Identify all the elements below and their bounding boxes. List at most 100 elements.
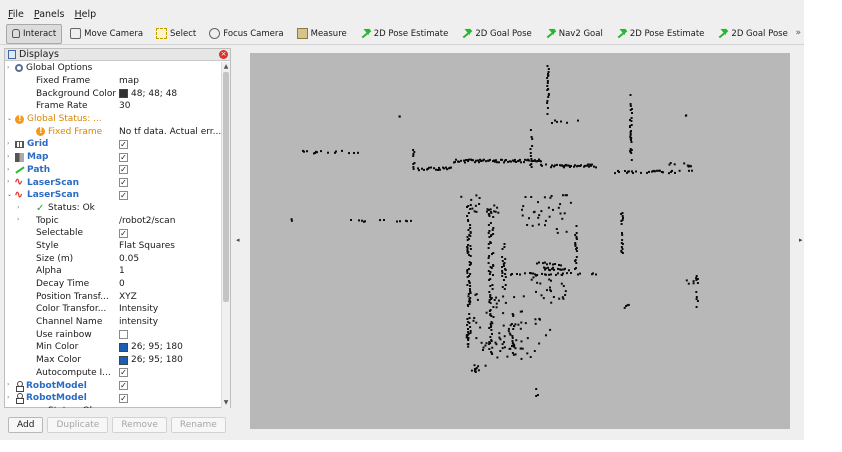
display-row[interactable]: ⌄ LaserScan ✓	[5, 188, 221, 202]
display-row[interactable]: Alpha 1	[5, 265, 221, 278]
display-row[interactable]: Selectable ✓	[5, 227, 221, 240]
expand-toggle-icon[interactable]: ›	[7, 179, 13, 185]
display-row[interactable]: Min Color 26; 95; 180	[5, 341, 221, 354]
checkbox[interactable]: ✓	[119, 165, 128, 175]
display-row[interactable]: Size (m) 0.05	[5, 252, 221, 265]
add-button[interactable]: Add	[8, 417, 44, 433]
pose-estimate-tool-button[interactable]: 2D Pose Estimate	[355, 24, 454, 44]
display-row-value[interactable]: ✓	[118, 164, 128, 177]
display-row[interactable]: › Grid ✓	[5, 138, 221, 151]
display-row-value[interactable]: ✓	[118, 151, 128, 164]
display-row-value[interactable]	[118, 328, 128, 341]
color-swatch[interactable]	[119, 355, 128, 365]
color-swatch[interactable]	[119, 342, 128, 352]
display-row-text: RobotModel	[26, 380, 87, 391]
expand-toggle-icon[interactable]: ⌄	[7, 115, 13, 122]
scan-point	[558, 264, 560, 266]
interact-tool-button[interactable]: Interact	[6, 23, 63, 44]
checkbox[interactable]: ✓	[119, 152, 128, 162]
display-row-value[interactable]: ✓	[118, 189, 128, 202]
expand-toggle-icon[interactable]: ⌄	[7, 191, 13, 198]
goal-pose-2-tool-button[interactable]: 2D Goal Pose	[712, 24, 792, 44]
scan-point	[546, 107, 549, 109]
checkbox[interactable]: ✓	[119, 381, 128, 391]
display-row[interactable]: Max Color 26; 95; 180	[5, 354, 221, 367]
expand-toggle-icon[interactable]: ›	[17, 204, 23, 211]
duplicate-button[interactable]: Duplicate	[47, 417, 109, 433]
scan-point	[327, 151, 329, 154]
menu-file[interactable]: File	[8, 9, 24, 20]
display-row[interactable]: ›✓Status: Ok	[5, 405, 221, 408]
remove-button[interactable]: Remove	[112, 417, 167, 433]
expand-toggle-icon[interactable]: ›	[7, 166, 13, 173]
scan-point	[487, 224, 490, 226]
displays-scrollbar[interactable]: ▲ ▼	[221, 62, 230, 408]
display-row-value[interactable]: ✓	[118, 392, 128, 405]
display-row[interactable]: Position Transf... XYZ	[5, 290, 221, 303]
display-row[interactable]: Channel Name intensity	[5, 316, 221, 329]
scan-point	[483, 158, 485, 161]
scan-point	[468, 264, 471, 266]
display-row[interactable]: Decay Time 0	[5, 278, 221, 291]
display-row[interactable]: ⌄ Global Status: ...	[5, 113, 221, 126]
display-row[interactable]: Fixed Frame map	[5, 75, 221, 88]
checkbox[interactable]: ✓	[119, 393, 128, 403]
scan-point	[489, 242, 492, 244]
expand-toggle-icon[interactable]: ›	[17, 217, 23, 223]
display-row-value[interactable]: ✓	[118, 138, 128, 151]
display-row[interactable]: Autocompute I... ✓	[5, 367, 221, 380]
display-row[interactable]: › Global Options	[5, 62, 221, 75]
scrollbar-thumb[interactable]	[223, 72, 229, 302]
display-row[interactable]: Background Color 48; 48; 48	[5, 87, 221, 100]
display-row-value[interactable]: ✓	[118, 176, 128, 189]
3d-viewport[interactable]	[250, 53, 790, 429]
toolbar-overflow-button[interactable]: »	[795, 28, 801, 38]
menu-help[interactable]: Help	[75, 9, 97, 20]
nav2-goal-tool-button[interactable]: Nav2 Goal	[540, 24, 608, 44]
select-tool-button[interactable]: Select	[151, 24, 201, 44]
display-row[interactable]: › RobotModel ✓	[5, 379, 221, 392]
scan-point	[546, 85, 549, 87]
goal-pose-tool-button[interactable]: 2D Goal Pose	[456, 24, 536, 44]
focus-camera-tool-button[interactable]: Focus Camera	[204, 24, 288, 44]
display-row-value[interactable]: ✓	[118, 227, 128, 240]
menu-panels[interactable]: Panels	[34, 9, 65, 20]
collapse-left-icon[interactable]: ◂	[236, 236, 240, 244]
display-row[interactable]: › Map ✓	[5, 151, 221, 164]
display-row-value[interactable]: ✓	[118, 367, 128, 380]
display-row[interactable]: Fixed Frame No tf data. Actual err...	[5, 125, 221, 138]
checkbox[interactable]: ✓	[119, 190, 128, 200]
scan-point	[695, 291, 698, 293]
display-row[interactable]: ›✓Status: Ok	[5, 202, 221, 215]
display-row[interactable]: Frame Rate 30	[5, 100, 221, 113]
display-row-text: Background Color	[36, 88, 117, 99]
display-row[interactable]: Style Flat Squares	[5, 240, 221, 253]
scroll-down-icon[interactable]: ▼	[222, 399, 230, 407]
expand-toggle-icon[interactable]: ›	[7, 153, 13, 160]
scroll-up-icon[interactable]: ▲	[222, 63, 230, 71]
color-swatch[interactable]	[119, 89, 128, 99]
display-row[interactable]: › LaserScan ✓	[5, 175, 221, 189]
measure-tool-button[interactable]: Measure	[292, 24, 352, 44]
display-row[interactable]: Use rainbow	[5, 328, 221, 341]
checkbox[interactable]: ✓	[119, 368, 128, 378]
display-row[interactable]: › Topic/robot2/scan	[5, 214, 221, 227]
display-row[interactable]: › RobotModel ✓	[5, 392, 221, 405]
expand-toggle-icon[interactable]: ›	[7, 382, 13, 388]
display-row-value[interactable]: ✓	[118, 379, 128, 392]
expand-toggle-icon[interactable]: ›	[7, 141, 13, 147]
expand-toggle-icon[interactable]: ›	[7, 394, 13, 401]
checkbox[interactable]: ✓	[119, 228, 128, 238]
rename-button[interactable]: Rename	[170, 417, 226, 433]
expand-toggle-icon[interactable]: ›	[7, 65, 13, 71]
checkbox[interactable]: ✓	[119, 139, 128, 149]
scan-point	[695, 298, 698, 300]
checkbox[interactable]	[119, 330, 128, 340]
display-row[interactable]: Color Transfor... Intensity	[5, 303, 221, 316]
collapse-right-icon[interactable]: ▸	[799, 236, 803, 244]
close-icon[interactable]: ×	[219, 50, 228, 59]
pose-estimate-2-tool-button[interactable]: 2D Pose Estimate	[611, 24, 710, 44]
move-camera-tool-button[interactable]: Move Camera	[65, 24, 148, 44]
checkbox[interactable]: ✓	[119, 178, 128, 188]
display-row[interactable]: › Path ✓	[5, 164, 221, 177]
